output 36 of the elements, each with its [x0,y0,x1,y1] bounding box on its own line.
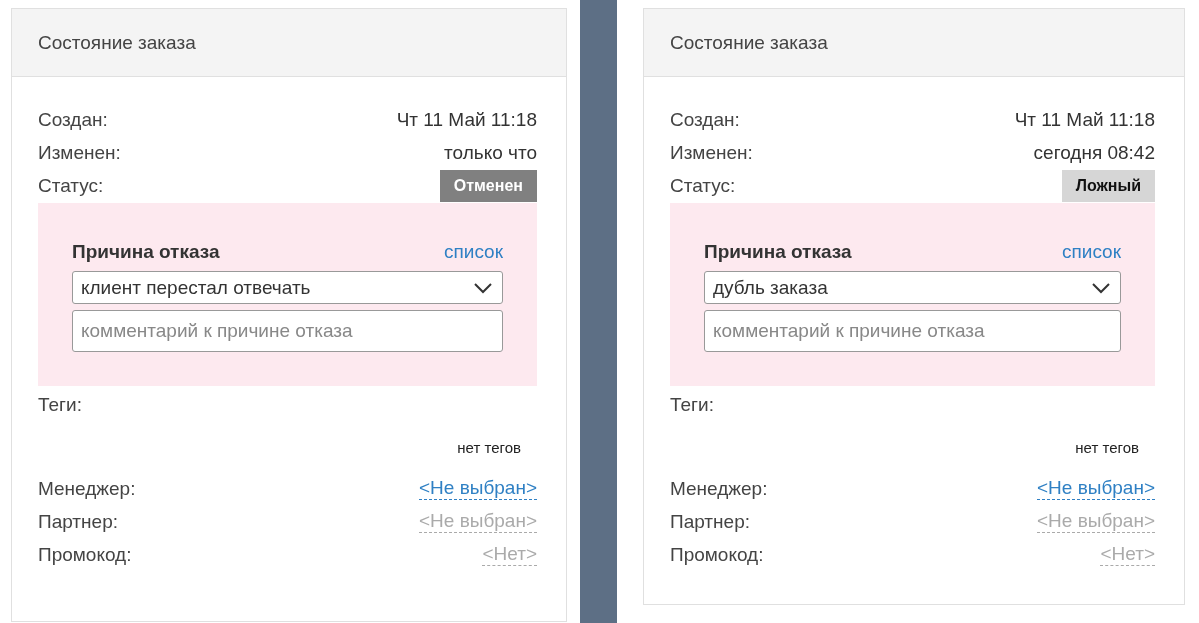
chevron-down-icon [473,281,493,294]
field-value: Чт 11 Май 11:18 [1014,108,1155,131]
field-label: Теги: [38,394,82,416]
empty-tags-text: нет тегов [1075,438,1139,456]
field-label: Создан: [38,108,108,131]
chevron-down-icon [1091,281,1111,294]
section-title: Причина отказа [72,241,220,263]
select-link[interactable]: <Не выбран> [418,477,537,500]
field-label: Создан: [670,108,740,131]
field-label: Статус: [670,174,736,197]
card-title: Состояние заказа [670,31,828,54]
status-badge: Ложный [1061,169,1155,202]
section-title: Причина отказа [704,241,852,263]
field-value: только что [444,141,537,164]
card-title: Состояние заказа [38,31,196,54]
field-label: Промокод: [670,543,764,566]
reason-dropdown[interactable]: клиент перестал отвечать [72,271,503,304]
reason-dropdown[interactable]: дубль заказа [704,271,1121,304]
field-label: Менеджер: [670,477,768,500]
empty-tags-text: нет тегов [457,438,521,456]
comment-input-field[interactable]: комментарий к причине отказа [704,310,1121,352]
field-label: Статус: [38,174,104,197]
field-label: Теги: [670,394,714,416]
field-label: Партнер: [670,510,750,533]
select-link[interactable]: <Не выбран> [1036,477,1155,500]
field-value: Чт 11 Май 11:18 [396,108,537,131]
field-label: Изменен: [670,141,753,164]
status-badge: Отменен [439,169,537,202]
field-value: сегодня 08:42 [1033,141,1155,164]
list-link[interactable]: список [444,241,503,263]
field-label: Промокод: [38,543,132,566]
comment-input-field[interactable]: комментарий к причине отказа [72,310,503,352]
field-label: Изменен: [38,141,121,164]
list-link[interactable]: список [1062,241,1121,263]
field-label: Менеджер: [38,477,136,500]
field-label: Партнер: [38,510,118,533]
